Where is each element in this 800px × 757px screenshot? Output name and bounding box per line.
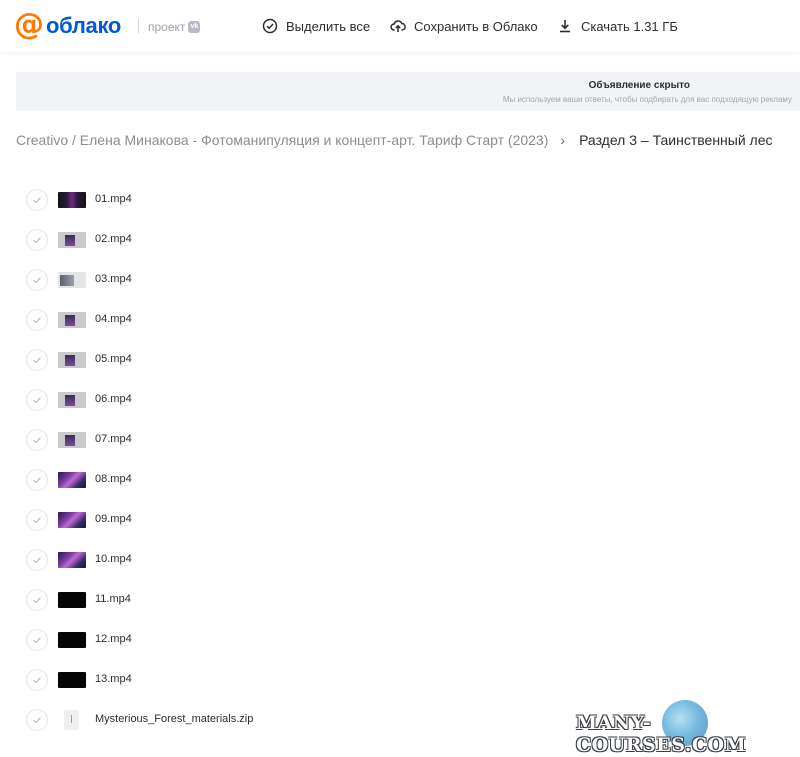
file-select-checkbox[interactable] xyxy=(26,709,48,731)
select-all-button[interactable]: Выделить все xyxy=(262,18,370,34)
file-name[interactable]: 08.mp4 xyxy=(95,473,132,485)
select-all-label: Выделить все xyxy=(286,18,371,34)
file-name[interactable]: 01.mp4 xyxy=(95,193,132,205)
file-name[interactable]: 12.mp4 xyxy=(95,633,132,645)
video-thumbnail xyxy=(58,232,86,248)
file-name[interactable]: 04.mp4 xyxy=(95,313,132,325)
file-select-checkbox[interactable] xyxy=(26,669,48,691)
file-name[interactable]: 11.mp4 xyxy=(95,593,131,605)
breadcrumb: Creativo / Елена Минакова - Фотоманипуля… xyxy=(16,132,773,148)
file-row[interactable]: 05.mp4 xyxy=(0,340,800,380)
file-name[interactable]: 05.mp4 xyxy=(95,353,132,365)
file-name[interactable]: 07.mp4 xyxy=(95,433,132,445)
file-row[interactable]: 09.mp4 xyxy=(0,500,800,540)
file-row[interactable]: 04.mp4 xyxy=(0,300,800,340)
zip-file-icon xyxy=(64,710,79,730)
file-row[interactable]: 01.mp4 xyxy=(0,180,800,220)
file-select-checkbox[interactable] xyxy=(26,389,48,411)
video-thumbnail xyxy=(58,552,86,568)
check-icon xyxy=(33,277,41,284)
file-row[interactable]: 07.mp4 xyxy=(0,420,800,460)
video-thumbnail xyxy=(58,392,86,408)
check-icon xyxy=(33,357,41,364)
check-icon xyxy=(33,317,41,324)
video-thumbnail xyxy=(58,352,86,368)
file-select-checkbox[interactable] xyxy=(26,229,48,251)
video-thumbnail xyxy=(58,632,86,648)
video-thumbnail xyxy=(58,432,86,448)
at-logo-icon: @ xyxy=(14,7,44,42)
file-list: 01.mp4 02.mp4 03.mp4 04.mp4 05.mp4 06.mp4 07.m… xyxy=(0,180,800,740)
file-select-checkbox[interactable] xyxy=(26,509,48,531)
logo[interactable]: @ облако xyxy=(14,7,122,42)
check-icon xyxy=(33,397,41,404)
file-row[interactable]: 03.mp4 xyxy=(0,260,800,300)
file-name[interactable]: 10.mp4 xyxy=(95,553,132,565)
file-name[interactable]: 06.mp4 xyxy=(95,393,132,405)
download-button[interactable]: Скачать 1.31 ГБ xyxy=(557,18,678,34)
cloud-upload-icon xyxy=(390,20,406,32)
file-name[interactable]: 03.mp4 xyxy=(95,273,132,285)
top-header: @ облако проект vk Выделить все Сохранит… xyxy=(0,0,800,52)
file-name[interactable]: 09.mp4 xyxy=(95,513,132,525)
project-label: проект vk xyxy=(148,20,201,34)
download-icon xyxy=(560,20,570,33)
video-thumbnail xyxy=(58,272,86,288)
check-icon xyxy=(33,437,41,444)
file-name[interactable]: Mysterious_Forest_materials.zip xyxy=(95,713,253,725)
file-select-checkbox[interactable] xyxy=(26,429,48,451)
check-icon xyxy=(33,557,41,564)
check-icon xyxy=(33,597,41,604)
file-select-checkbox[interactable] xyxy=(26,269,48,291)
file-select-checkbox[interactable] xyxy=(26,629,48,651)
file-name[interactable]: 13.mp4 xyxy=(95,673,132,685)
video-thumbnail xyxy=(58,192,86,208)
breadcrumb-current: Раздел 3 – Таинственный лес xyxy=(579,132,773,148)
file-select-checkbox[interactable] xyxy=(26,309,48,331)
check-icon xyxy=(33,197,41,204)
check-icon xyxy=(33,237,41,244)
save-to-cloud-label: Сохранить в Облако xyxy=(414,18,538,34)
check-icon xyxy=(33,477,41,484)
chevron-right-icon: › xyxy=(560,132,566,148)
ad-banner: Объявление скрыто Мы используем ваши отв… xyxy=(16,72,800,111)
check-icon xyxy=(33,517,41,524)
breadcrumb-parent-link[interactable]: Creativo / Елена Минакова - Фотоманипуля… xyxy=(16,132,548,148)
video-thumbnail xyxy=(58,472,86,488)
ad-subtitle: Мы используем ваши ответы, чтобы подбира… xyxy=(502,95,792,104)
video-thumbnail xyxy=(58,512,86,528)
watermark-text: MANY-COURSES.COM xyxy=(576,712,747,756)
check-icon xyxy=(33,637,41,644)
ad-title: Объявление скрыто xyxy=(588,80,690,91)
vk-icon: vk xyxy=(188,21,201,33)
file-row[interactable]: 10.mp4 xyxy=(0,540,800,580)
header-divider xyxy=(138,19,139,33)
file-select-checkbox[interactable] xyxy=(26,589,48,611)
file-row[interactable]: 02.mp4 xyxy=(0,220,800,260)
file-select-checkbox[interactable] xyxy=(26,349,48,371)
watermark: MANY-COURSES.COM xyxy=(572,700,798,756)
check-circle-icon xyxy=(262,18,278,34)
file-select-checkbox[interactable] xyxy=(26,469,48,491)
file-row[interactable]: 13.mp4 xyxy=(0,660,800,700)
save-to-cloud-button[interactable]: Сохранить в Облако xyxy=(390,18,538,34)
video-thumbnail xyxy=(58,312,86,328)
logo-text: облако xyxy=(46,13,122,38)
project-text: проект xyxy=(148,20,186,34)
file-row[interactable]: 06.mp4 xyxy=(0,380,800,420)
video-thumbnail xyxy=(58,672,86,688)
file-name[interactable]: 02.mp4 xyxy=(95,233,132,245)
file-row[interactable]: 12.mp4 xyxy=(0,620,800,660)
file-select-checkbox[interactable] xyxy=(26,549,48,571)
file-row[interactable]: 08.mp4 xyxy=(0,460,800,500)
download-label: Скачать 1.31 ГБ xyxy=(581,18,678,34)
video-thumbnail xyxy=(58,592,86,608)
check-icon xyxy=(33,677,41,684)
check-icon xyxy=(33,717,41,724)
file-select-checkbox[interactable] xyxy=(26,189,48,211)
file-row[interactable]: 11.mp4 xyxy=(0,580,800,620)
